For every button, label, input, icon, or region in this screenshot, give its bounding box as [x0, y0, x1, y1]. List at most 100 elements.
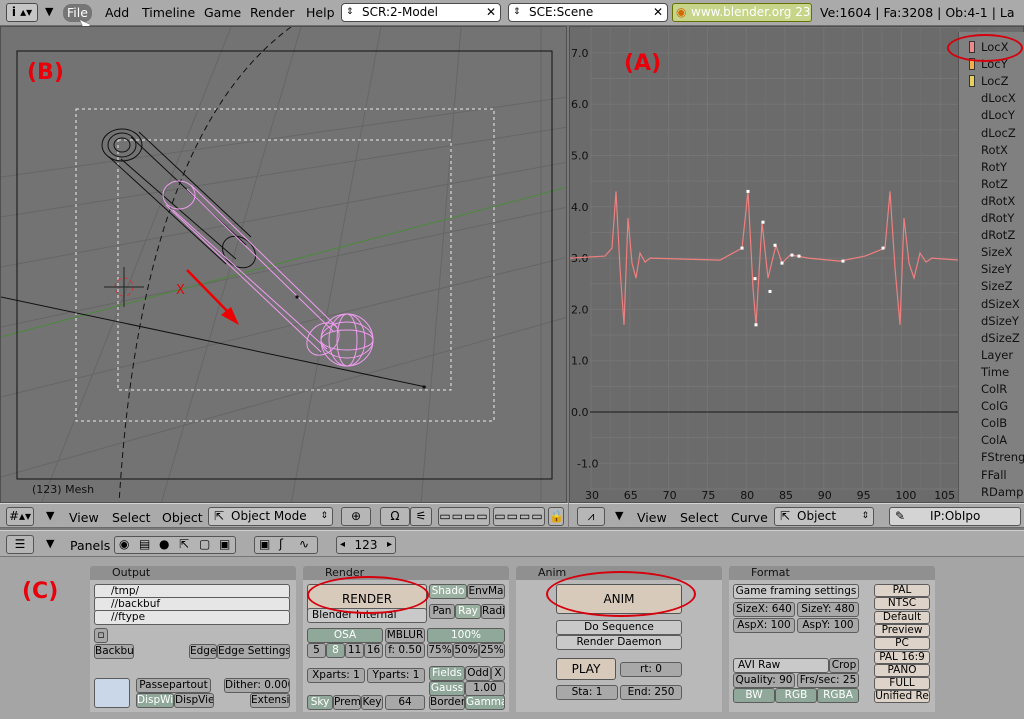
manipulator-icon[interactable]: ⚟	[410, 507, 432, 526]
yparts-field[interactable]: Yparts: 1	[367, 668, 425, 683]
bw-toggle[interactable]: BW	[733, 688, 775, 703]
ipo-channel-roty[interactable]: RotY	[981, 160, 1007, 174]
end-frame-field[interactable]: End: 250	[620, 685, 682, 700]
render-icon[interactable]: ▣	[259, 537, 270, 551]
rgb-toggle[interactable]: RGB	[775, 688, 817, 703]
ipo-channel-sizez[interactable]: SizeZ	[981, 279, 1013, 293]
format-preset-5[interactable]: PAL 16:9	[874, 650, 930, 664]
sizey-field[interactable]: SizeY: 480	[797, 602, 859, 617]
ipo-channel-rotz[interactable]: RotZ	[981, 177, 1008, 191]
collapse-triangle-icon[interactable]: ▼	[46, 537, 54, 550]
website-link[interactable]: ◉ www.blender.org 236	[672, 3, 812, 22]
size-25[interactable]: 25%	[479, 643, 505, 658]
format-preset-6[interactable]: PANO	[874, 663, 930, 677]
ipo-channel-rotx[interactable]: RotX	[981, 143, 1008, 157]
ipo-channel-colb[interactable]: ColB	[981, 416, 1007, 430]
viewport-menu-view[interactable]: View	[69, 510, 99, 525]
envmap-toggle[interactable]: EnvMa	[467, 584, 505, 599]
osa-8[interactable]: 8	[326, 643, 345, 658]
fps-field[interactable]: Frs/sec: 25	[797, 673, 859, 688]
ipo-channel-fstreng[interactable]: FStreng	[981, 450, 1024, 464]
osa-5[interactable]: 5	[307, 643, 326, 658]
ipo-channel-rdamp[interactable]: RDamp	[981, 485, 1023, 499]
ipo-channel-dlocz[interactable]: dLocZ	[981, 126, 1016, 140]
radio-toggle[interactable]: Radi	[481, 604, 505, 619]
ipo-menu-curve[interactable]: Curve	[731, 510, 768, 525]
key-toggle[interactable]: Key	[361, 695, 383, 710]
collapse-triangle-icon[interactable]: ▼	[615, 509, 623, 522]
mblur-factor[interactable]: f: 0.50	[385, 643, 425, 658]
frame-number-field[interactable]: ◂ 123 ▸	[336, 536, 396, 554]
collapse-triangle-icon[interactable]: ▼	[46, 509, 54, 522]
percent-size-label[interactable]: 100%	[427, 628, 505, 643]
menu-help[interactable]: Help	[302, 4, 339, 22]
logic-icon[interactable]: ◉	[119, 537, 129, 551]
menu-add[interactable]: Add	[101, 4, 133, 22]
format-preset-0[interactable]: PAL	[874, 584, 930, 597]
ipo-channel-sizex[interactable]: SizeX	[981, 245, 1013, 259]
ipo-channel-ffall[interactable]: FFall	[981, 468, 1007, 482]
xparts-field[interactable]: Xparts: 1	[307, 668, 365, 683]
gauss-value[interactable]: 1.00	[465, 681, 505, 696]
play-button[interactable]: PLAY	[556, 658, 616, 680]
ipo-channel-drotz[interactable]: dRotZ	[981, 228, 1015, 242]
ipo-channel-colr[interactable]: ColR	[981, 382, 1007, 396]
scene-icon[interactable]: ▣	[219, 537, 230, 551]
premul-toggle[interactable]: Premu	[333, 695, 361, 710]
aspx-field[interactable]: AspX: 100	[733, 618, 795, 633]
codec-select[interactable]: AVI Raw	[733, 658, 829, 673]
ipo-channel-dlocx[interactable]: dLocX	[981, 91, 1016, 105]
sound-icon[interactable]: ∿	[299, 537, 309, 551]
ipo-channel-cola[interactable]: ColA	[981, 433, 1007, 447]
ipo-channel-droty[interactable]: dRotY	[981, 211, 1014, 225]
display-grid-icon[interactable]	[94, 678, 130, 708]
collapse-menu-triangle-icon[interactable]: ▼	[45, 5, 53, 18]
gauss-toggle[interactable]: Gauss	[429, 681, 465, 696]
ipo-menu-view[interactable]: View	[637, 510, 667, 525]
quality-field[interactable]: Quality: 90	[733, 673, 795, 688]
ray-toggle[interactable]: Ray	[455, 604, 481, 619]
edge-toggle[interactable]: Edge	[189, 644, 217, 659]
format-preset-3[interactable]: Preview	[874, 623, 930, 637]
crop-toggle[interactable]: Crop	[829, 658, 859, 673]
edge-settings-button[interactable]: Edge Settings	[217, 644, 290, 659]
ipo-channel-dsizez[interactable]: dSizeZ	[981, 331, 1020, 345]
layers-row-2-icon[interactable]: ▭▭▭▭	[493, 507, 545, 526]
format-preset-2[interactable]: Default	[874, 610, 930, 624]
render-daemon-toggle[interactable]: Render Daemon	[556, 635, 682, 650]
ipo-curve-editor[interactable]: 7.0 6.0 5.0 4.0 3.0 2.0 1.0 0.0 -1.0 30 65 70 75 80 85…	[569, 26, 1024, 503]
mode-selector[interactable]: ⇱ Object Mode ⇕	[208, 507, 333, 526]
shading-icon[interactable]: ●	[159, 537, 169, 551]
3d-viewport[interactable]: (B) X (123) Mesh	[0, 26, 567, 503]
ipo-channel-sizey[interactable]: SizeY	[981, 262, 1012, 276]
pano-toggle[interactable]: Pan	[429, 604, 455, 619]
ipo-block-selector[interactable]: ✎ IP:ObIpo	[889, 507, 1021, 526]
ipo-channel-dlocy[interactable]: dLocY	[981, 108, 1015, 122]
ipo-channel-time[interactable]: Time	[981, 365, 1009, 379]
format-preset-8[interactable]: Unified Re	[874, 690, 930, 704]
rt-field[interactable]: rt: 0	[620, 662, 682, 677]
ipo-channel-layer[interactable]: Layer	[981, 348, 1013, 362]
anim-icon[interactable]: ʃ	[279, 537, 283, 551]
buttons-window-type-icon[interactable]: ☰	[6, 535, 34, 554]
grid-window-type-icon[interactable]: #▴▾	[6, 507, 34, 526]
ipo-window-type-icon[interactable]: ⩘	[577, 507, 605, 526]
ipo-channel-dsizey[interactable]: dSizeY	[981, 314, 1019, 328]
bits-select[interactable]: 64	[385, 695, 425, 710]
object-icon[interactable]: ⇱	[179, 537, 189, 551]
odd-toggle[interactable]: Odd	[465, 666, 491, 681]
info-window-type-button[interactable]: i ▴▾	[6, 3, 38, 22]
dispview-toggle[interactable]: DispVie	[174, 693, 214, 708]
dither-field[interactable]: Dither: 0.000	[224, 678, 290, 693]
close-icon[interactable]: ✕	[486, 4, 496, 21]
extensions-toggle[interactable]: Extensi	[250, 693, 290, 708]
mblur-toggle[interactable]: MBLUR	[385, 628, 425, 643]
dispwin-toggle[interactable]: DispWi	[136, 693, 174, 708]
pivot-icon[interactable]: Ω	[380, 507, 410, 526]
format-preset-1[interactable]: NTSC	[874, 597, 930, 611]
ipo-channel-dsizex[interactable]: dSizeX	[981, 297, 1020, 311]
ipo-channel-drotx[interactable]: dRotX	[981, 194, 1015, 208]
size-75[interactable]: 75%	[427, 643, 453, 658]
menu-game[interactable]: Game	[200, 4, 245, 22]
sky-toggle[interactable]: Sky	[307, 695, 333, 710]
